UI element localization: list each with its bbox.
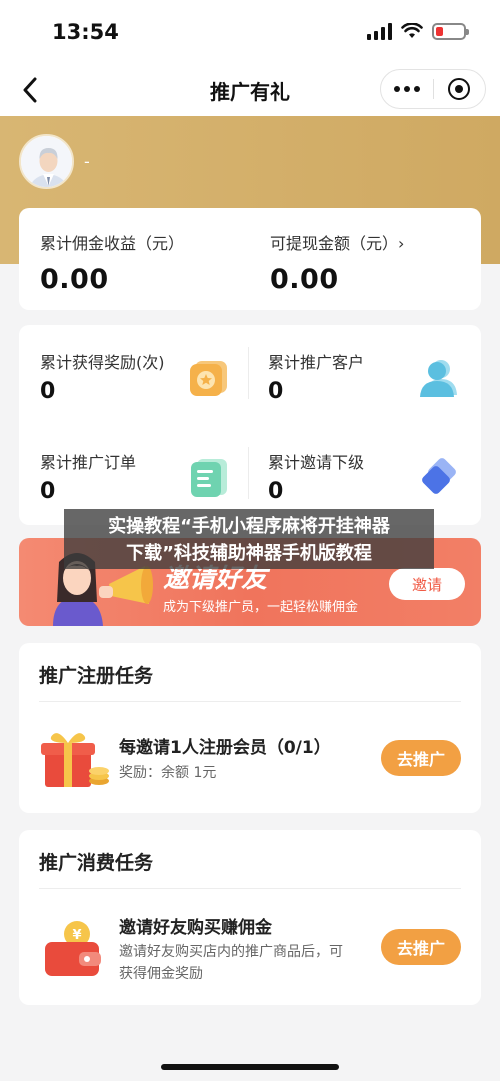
total-commission-value: 0.00: [40, 264, 109, 295]
register-task-desc: 奖励：余额 1元: [119, 765, 217, 781]
nav-bar: 推广有礼: [0, 64, 500, 116]
mini-program-capsule: [380, 69, 486, 109]
consume-task-desc-line-1: 邀请好友购买店内的推广商品后，可: [119, 944, 343, 960]
wallet-coin-icon: ¥: [45, 921, 101, 976]
consume-task-title: 邀请好友购买赚佣金: [119, 918, 272, 938]
stats-card: 累计获得奖励(次) 0 累计推广客户 0 累计推广订单 0 累计邀请下级 0: [19, 325, 481, 525]
user-name: -: [84, 152, 90, 171]
consume-task-card: 推广消费任务 ¥ 邀请好友购买赚佣金 邀请好友购买店内的推广商品后，可 获得佣金…: [19, 830, 481, 1005]
battery-icon: [432, 22, 469, 40]
consume-task-header: 推广消费任务: [39, 852, 154, 874]
task-divider: [39, 701, 461, 702]
register-task-header: 推广注册任务: [39, 665, 154, 687]
register-task-title: 每邀请1人注册会员（0/1）: [119, 738, 331, 758]
total-commission: 累计佣金收益（元） 0.00: [40, 230, 184, 295]
stats-divider: [248, 447, 249, 499]
home-indicator[interactable]: [161, 1064, 339, 1070]
avatar[interactable]: [19, 134, 74, 189]
invite-button[interactable]: 邀请: [389, 568, 465, 600]
withdrawable-value: 0.00: [270, 264, 339, 295]
stats-divider: [248, 347, 249, 399]
status-icons: [367, 22, 469, 40]
order-list-icon: [191, 459, 227, 497]
customer-person-icon: [420, 360, 457, 397]
svg-text:¥: ¥: [72, 928, 81, 943]
withdrawable-label[interactable]: 可提现金额（元）›: [270, 230, 404, 254]
wifi-icon: [401, 23, 423, 38]
overlay-line-1: 实操教程“手机小程序麻将开挂神器: [108, 516, 390, 537]
status-bar: 13:54: [0, 0, 500, 64]
invite-subtitle: 成为下级推广员，一起轻松赚佣金: [163, 600, 359, 615]
close-button[interactable]: [434, 70, 486, 108]
close-target-icon: [448, 78, 471, 100]
reward-coin-icon: [190, 361, 227, 396]
consume-promote-button[interactable]: 去推广: [381, 929, 461, 965]
total-commission-label: 累计佣金收益（元）: [40, 234, 185, 253]
overlay-caption: 实操教程“手机小程序麻将开挂神器 下载”科技辅助神器手机版教程: [64, 509, 434, 569]
gift-box-icon: [41, 733, 109, 787]
subordinate-diamond-icon: [422, 458, 456, 494]
more-dots-icon: [393, 86, 420, 92]
register-promote-button[interactable]: 去推广: [381, 740, 461, 776]
withdrawable-amount[interactable]: 可提现金额（元）› 0.00: [270, 230, 404, 295]
status-time: 13:54: [52, 20, 119, 44]
task-divider: [39, 888, 461, 889]
consume-task-desc: 邀请好友购买店内的推广商品后，可 获得佣金奖励: [119, 941, 343, 985]
register-task-card: 推广注册任务 每邀请1人注册会员（0/1） 奖励：余额 1元 去推广: [19, 643, 481, 813]
signal-icon: [367, 22, 392, 40]
more-button[interactable]: [381, 70, 433, 108]
overlay-line-2: 下载”科技辅助神器手机版教程: [126, 543, 372, 564]
consume-task-desc-line-2: 获得佣金奖励: [119, 966, 203, 982]
earnings-card: 累计佣金收益（元） 0.00 可提现金额（元）› 0.00: [19, 208, 481, 310]
